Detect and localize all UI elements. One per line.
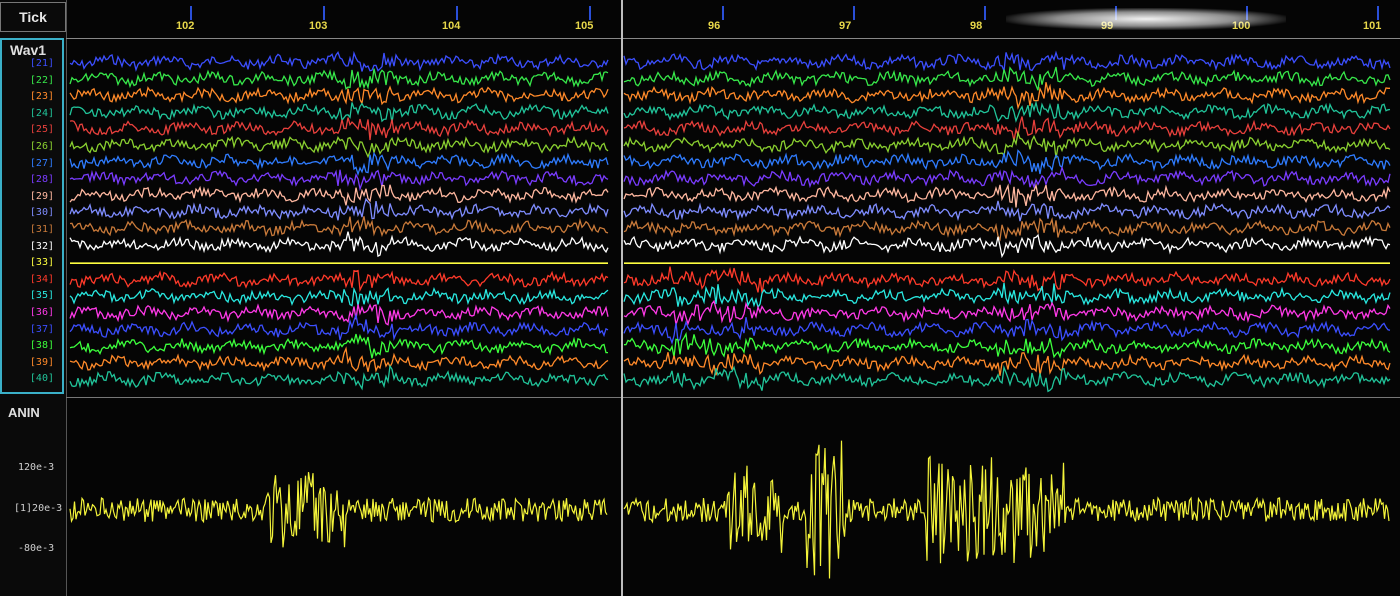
channel-trace [623, 266, 1391, 294]
channel-trace [623, 50, 1391, 72]
channel-trace [69, 184, 609, 206]
channel-label[interactable]: [22] [30, 75, 54, 86]
tick-mark [456, 6, 458, 20]
panel-divider-horizontal [66, 397, 1400, 398]
tick-value: 104 [442, 20, 461, 32]
channel-sidebar: Tick Wav1 [21] [22] [23] [24] [25] [26] [27] [2… [0, 0, 67, 596]
channel-trace [69, 231, 609, 258]
channel-label[interactable]: [27] [30, 158, 54, 169]
channel-label[interactable]: [28] [30, 174, 54, 185]
channel-trace [69, 303, 609, 326]
channel-trace [623, 100, 1391, 123]
tick-mark [722, 6, 724, 20]
channel-trace [623, 365, 1391, 393]
tick-mark [1377, 6, 1379, 20]
channel-label[interactable]: [21] [30, 58, 54, 69]
channel-label[interactable]: [34] [30, 274, 54, 285]
channel-trace [69, 346, 609, 373]
channel-label[interactable]: [24] [30, 108, 54, 119]
tick-mark [1246, 6, 1248, 20]
anin-y-label-mid: [1]20e-3 [14, 503, 63, 514]
channel-trace [623, 282, 1391, 309]
tick-value: 96 [708, 20, 721, 32]
tick-mark [589, 6, 591, 20]
tick-value: 100 [1232, 20, 1251, 32]
channel-label[interactable]: [36] [30, 307, 54, 318]
channel-label[interactable]: [33] [30, 257, 54, 268]
channel-label[interactable]: [29] [30, 191, 54, 202]
channel-label[interactable]: [23] [30, 91, 54, 102]
channel-label[interactable]: [37] [30, 324, 54, 335]
channel-trace [623, 317, 1391, 345]
channel-label[interactable]: [38] [30, 340, 54, 351]
tick-value: 97 [839, 20, 852, 32]
channel-trace [623, 82, 1390, 110]
channel-trace [69, 286, 609, 307]
channel-label[interactable]: [25] [30, 124, 54, 135]
tick-mark [190, 6, 192, 20]
channel-trace [69, 269, 609, 293]
channel-trace [69, 197, 609, 221]
time-window-separator [621, 0, 623, 596]
channel-trace [69, 68, 609, 90]
channel-label[interactable]: [40] [30, 373, 54, 384]
anin-group-title: ANIN [8, 405, 40, 420]
channel-trace [623, 233, 1391, 259]
channel-trace [623, 66, 1391, 91]
channel-trace [623, 116, 1391, 141]
tick-value: 105 [575, 20, 594, 32]
channel-trace [69, 102, 609, 123]
channel-label[interactable]: [35] [30, 290, 54, 301]
tick-axis-bar: 102 103 104 105 96 97 98 99 100 101 [66, 0, 1400, 39]
channel-trace [69, 135, 609, 159]
tick-mark [853, 6, 855, 20]
channel-trace [69, 85, 609, 106]
channel-trace [623, 200, 1391, 222]
waveform-plot[interactable] [66, 38, 1400, 596]
wav1-group-title: Wav1 [10, 42, 47, 58]
tick-mark [984, 6, 986, 20]
tick-value: 99 [1101, 20, 1114, 32]
tick-value: 101 [1363, 20, 1382, 32]
channel-trace [623, 331, 1391, 359]
anin-y-label-bottom: -80e-3 [18, 543, 55, 554]
channel-trace [623, 217, 1391, 242]
channel-trace [623, 352, 1391, 376]
channel-trace [623, 165, 1391, 190]
channel-label[interactable]: [26] [30, 141, 54, 152]
tick-mark [323, 6, 325, 20]
tick-value: 102 [176, 20, 195, 32]
channel-trace [623, 149, 1391, 175]
channel-label[interactable]: [30] [30, 207, 54, 218]
channel-trace [69, 364, 609, 391]
channel-trace [69, 117, 609, 141]
wav1-channel-group[interactable]: Wav1 [21] [22] [23] [24] [25] [26] [27] [28] [29… [0, 38, 64, 394]
tick-mark [1115, 6, 1117, 20]
channel-trace [69, 50, 609, 72]
channel-trace [69, 169, 609, 192]
tick-value: 98 [970, 20, 983, 32]
channel-label[interactable]: [31] [30, 224, 54, 235]
tick-value: 103 [309, 20, 328, 32]
channel-trace [69, 151, 609, 177]
channel-trace [623, 299, 1391, 326]
channel-trace [69, 216, 609, 238]
channel-label[interactable]: [32] [30, 241, 54, 252]
channel-label[interactable]: [39] [30, 357, 54, 368]
tick-header-label: Tick [0, 2, 66, 32]
channel-trace [623, 183, 1391, 208]
anin-y-label-top: 120e-3 [18, 462, 55, 473]
anin-trace [623, 440, 1390, 579]
anin-trace [69, 472, 608, 548]
